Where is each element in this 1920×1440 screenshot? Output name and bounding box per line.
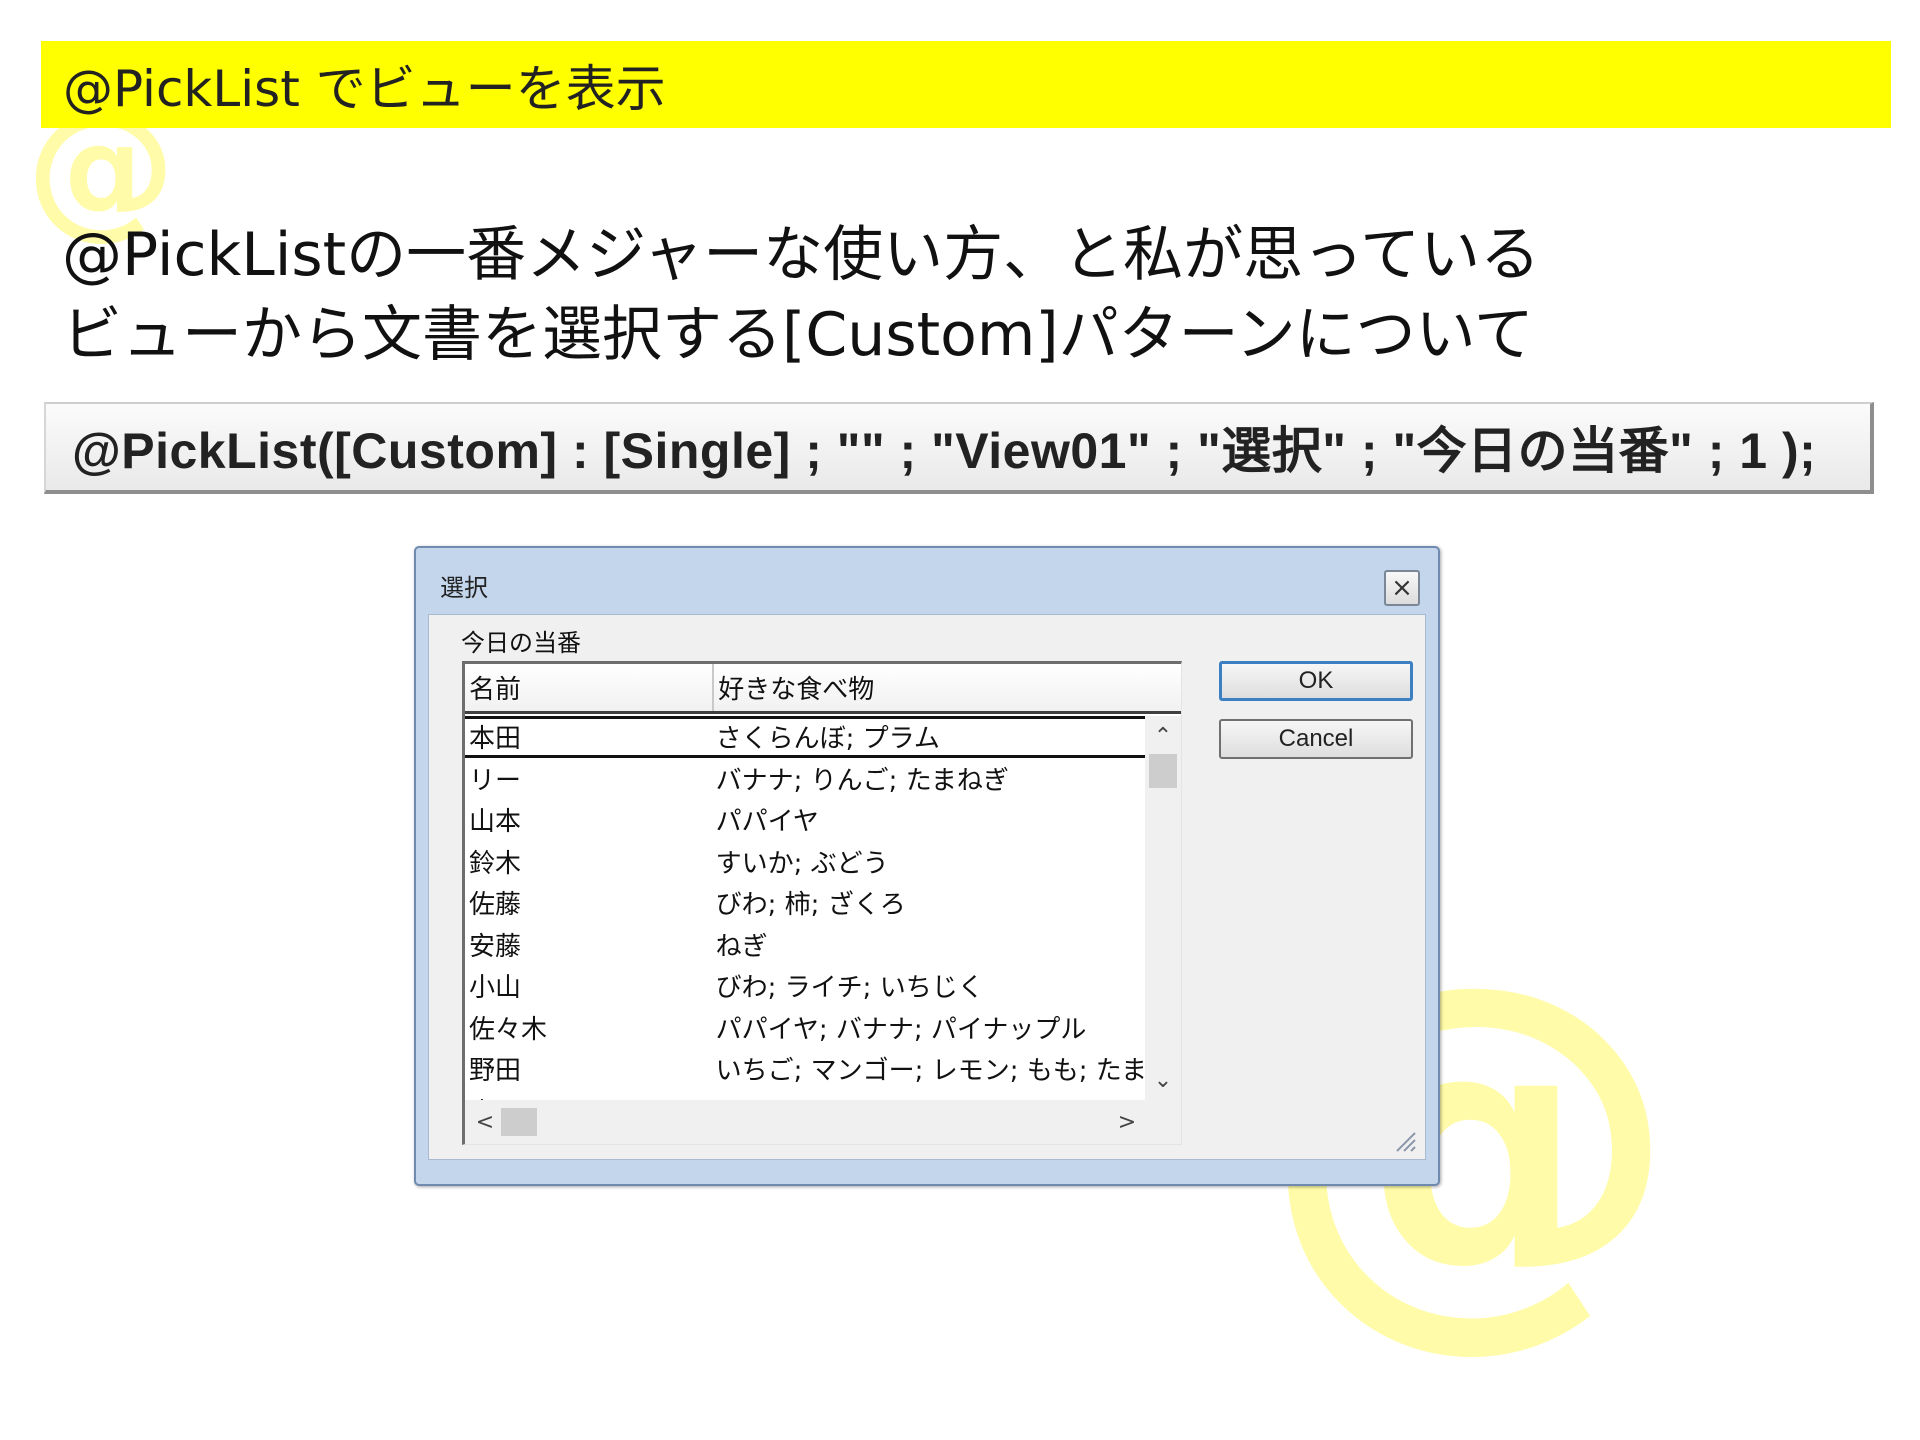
list-item-name: 小山 xyxy=(469,973,522,1004)
formula-code: @PickList([Custom] : [Single] ; "" ; "Vi… xyxy=(72,423,1817,479)
list-item-food: さくらんぼ; プラム xyxy=(715,724,940,755)
list-item[interactable]: 山本 パパイヤ xyxy=(465,799,1145,841)
slide-title: @PickList でビューを表示 xyxy=(63,59,666,118)
description-line: ビューから文書を選択する[Custom]パターンについて xyxy=(62,300,1534,370)
list-item[interactable]: 山田オレンジ; ライム xyxy=(465,1090,1145,1100)
list-item-name: 佐々木 xyxy=(469,1014,548,1045)
horizontal-scrollbar[interactable]: < > xyxy=(465,1100,1145,1144)
list-item-name: 安藤 xyxy=(469,931,522,962)
scroll-down-icon[interactable]: ⌄ xyxy=(1145,1062,1181,1098)
scroll-right-icon[interactable]: > xyxy=(1109,1104,1145,1140)
scroll-corner xyxy=(1145,1100,1181,1144)
list-item-name: 本田 xyxy=(469,724,522,755)
list-item-food: びわ; 柿; ざくろ xyxy=(715,890,906,921)
list-item-food: すいか; ぶどう xyxy=(715,848,889,879)
slide-description: @PickListの一番メジャーな使い方、と私が思っている ビューから文書を選択… xyxy=(62,215,1862,375)
list-header: 名前 好きな食べ物 xyxy=(465,664,1181,714)
description-line: @PickListの一番メジャーな使い方、と私が思っている xyxy=(62,220,1541,290)
ok-button[interactable]: OK xyxy=(1219,661,1413,701)
close-icon: × xyxy=(1391,573,1413,603)
list-item[interactable]: リー バナナ; りんご; たまねぎ xyxy=(465,758,1145,800)
list-item-food: バナナ; りんご; たまねぎ xyxy=(715,765,1009,796)
horizontal-scroll-thumb[interactable] xyxy=(501,1108,537,1136)
cancel-button[interactable]: Cancel xyxy=(1219,719,1413,759)
list-item[interactable]: 鈴木 すいか; ぶどう xyxy=(465,841,1145,883)
list-item[interactable]: 安藤 ねぎ xyxy=(465,924,1145,966)
vertical-scrollbar[interactable]: ⌃ ⌄ xyxy=(1145,716,1181,1100)
list-item-food: ねぎ xyxy=(715,931,768,962)
list-item-food: びわ; ライチ; いちじく xyxy=(715,973,984,1004)
list-item-name: 野田 xyxy=(469,1056,522,1087)
document-list[interactable]: 名前 好きな食べ物 本田 さくらんぼ; プラム リー バナナ; りんご; たまねぎ 山本… xyxy=(462,661,1182,1145)
dialog-titlebar[interactable]: 選択 × xyxy=(416,548,1438,614)
list-item-food: パパイヤ; バナナ; パイナップル xyxy=(715,1014,1087,1045)
list-item-food: パパイヤ xyxy=(715,807,819,838)
list-item[interactable]: 本田 さくらんぼ; プラム xyxy=(465,716,1145,758)
list-item-name: 山田 xyxy=(465,1092,716,1100)
scroll-left-icon[interactable]: < xyxy=(467,1104,503,1140)
list-item-name: 鈴木 xyxy=(469,848,522,879)
dialog-title: 選択 xyxy=(440,574,488,602)
list-item-food: オレンジ; ライム xyxy=(716,1092,1145,1100)
list-body: 本田 さくらんぼ; プラムリー バナナ; りんご; たまねぎ山本 パパイヤ鈴木 すいか;… xyxy=(465,716,1145,1100)
vertical-scroll-thumb[interactable] xyxy=(1149,754,1177,788)
column-header-name[interactable]: 名前 xyxy=(465,664,715,711)
list-item-name: 山本 xyxy=(469,807,522,838)
picklist-dialog: 選択 × 今日の当番 名前 好きな食べ物 本田 さくらんぼ; プラムリー バナナ; … xyxy=(414,546,1440,1186)
list-caption: 今日の当番 xyxy=(461,629,581,657)
list-item[interactable]: 佐々木 パパイヤ; バナナ; パイナップル xyxy=(465,1007,1145,1049)
list-item[interactable]: 佐藤 びわ; 柿; ざくろ xyxy=(465,882,1145,924)
list-item-name: リー xyxy=(469,765,522,796)
resize-grip-icon[interactable] xyxy=(1391,1127,1417,1153)
dialog-client: 今日の当番 名前 好きな食べ物 本田 さくらんぼ; プラムリー バナナ; りんご; … xyxy=(428,614,1426,1160)
list-item-food: いちご; マンゴー; レモン; もも; たまねぎ xyxy=(715,1056,1145,1087)
column-header-food[interactable]: 好きな食べ物 xyxy=(714,664,1181,711)
list-item[interactable]: 野田 いちご; マンゴー; レモン; もも; たまねぎ xyxy=(465,1048,1145,1090)
slide-header: @PickList でビューを表示 xyxy=(41,41,1891,128)
scroll-up-icon[interactable]: ⌃ xyxy=(1145,718,1181,754)
list-item[interactable]: 小山 びわ; ライチ; いちじく xyxy=(465,965,1145,1007)
formula-box: @PickList([Custom] : [Single] ; "" ; "Vi… xyxy=(44,402,1874,494)
close-button[interactable]: × xyxy=(1384,570,1420,606)
list-item-name: 佐藤 xyxy=(469,890,522,921)
